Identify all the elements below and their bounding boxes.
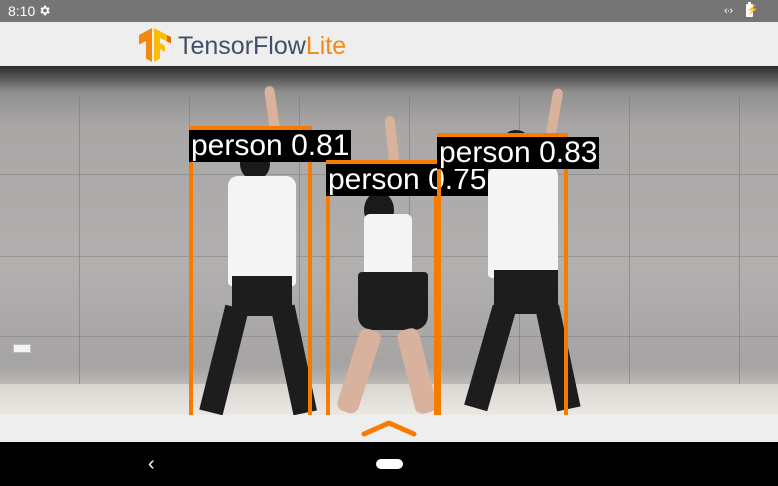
home-icon[interactable]: [376, 459, 403, 469]
status-bar: 8:10 ‹·› ⚡: [0, 0, 778, 22]
navigation-bar: ‹: [0, 442, 778, 486]
wall-panel: [80, 96, 190, 384]
camera-preview: person 0.81 person 0.75 person 0.83: [0, 66, 778, 415]
chevron-up-icon[interactable]: [361, 419, 417, 437]
detection-label: person 0.81: [189, 129, 352, 162]
app-title-accent: Lite: [305, 32, 347, 60]
wall-panel: [0, 96, 80, 384]
app-title: TensorFlowLite: [178, 32, 346, 60]
back-icon[interactable]: ‹: [148, 454, 155, 474]
detection-box: [437, 133, 568, 415]
wall-switch: [13, 344, 31, 353]
detection-box: [326, 160, 438, 415]
gear-icon: [40, 5, 50, 16]
wall-panel: [630, 96, 740, 384]
battery-charging-icon: ⚡: [746, 2, 759, 17]
app-bar: TensorFlowLite: [0, 22, 778, 66]
detection-box: [189, 126, 312, 415]
app-title-main: TensorFlow: [178, 32, 306, 60]
bottom-sheet-handle[interactable]: [0, 415, 778, 442]
status-time: 8:10: [8, 3, 36, 19]
code-icon: ‹·›: [724, 5, 733, 17]
detection-label: person 0.83: [437, 136, 600, 169]
battery-bolt-glyph: ⚡: [746, 5, 759, 16]
tensorflow-logo-icon: [139, 28, 171, 62]
